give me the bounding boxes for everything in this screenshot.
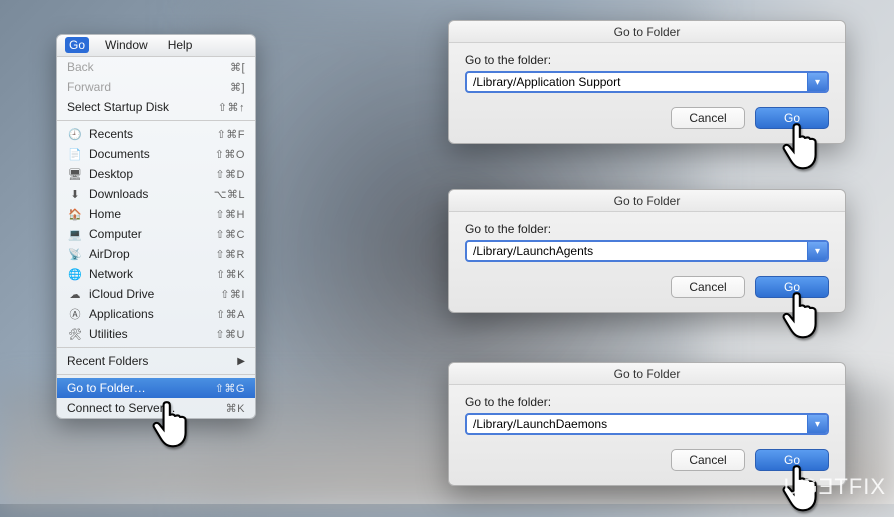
menu-select-startup-disk[interactable]: Select Startup Disk ⇧⌘↑ [57,97,255,117]
menu-desktop[interactable]: 🖥 Desktop ⇧⌘D [57,164,255,184]
dialog-title: Go to Folder [449,21,845,43]
menu-home[interactable]: 🏠 Home ⇧⌘H [57,204,255,224]
menu-separator [57,120,255,121]
menu-utilities[interactable]: 🛠 Utilities ⇧⌘U [57,324,255,344]
dialog-title: Go to Folder [449,363,845,385]
go-to-folder-dialog-3: Go to Folder Go to the folder: ▾ Cancel … [448,362,846,486]
chevron-down-icon: ▾ [815,246,820,257]
go-button[interactable]: Go [755,449,829,471]
menu-recent-folders[interactable]: Recent Folders ▶ [57,351,255,371]
watermark-text: UGƎTFIX [784,474,886,500]
menu-airdrop[interactable]: 📡 AirDrop ⇧⌘R [57,244,255,264]
cancel-button[interactable]: Cancel [671,276,745,298]
dropdown-button[interactable]: ▾ [807,415,827,433]
document-icon: 📄 [67,148,83,161]
desktop-icon: 🖥 [67,168,83,181]
dialog-prompt-label: Go to the folder: [465,395,829,409]
menu-forward: Forward ⌘] [57,77,255,97]
menu-downloads[interactable]: ⬇ Downloads ⌥⌘L [57,184,255,204]
menu-back: Back ⌘[ [57,57,255,77]
cancel-button[interactable]: Cancel [671,449,745,471]
chevron-down-icon: ▾ [815,419,820,430]
menubar-help[interactable]: Help [164,37,197,53]
menu-go-to-folder[interactable]: Go to Folder… ⇧⌘G [57,378,255,398]
network-icon: 🌐 [67,268,83,281]
applications-icon: Ⓐ [67,306,83,322]
airdrop-icon: 📡 [67,248,83,261]
dialog-prompt-label: Go to the folder: [465,53,829,67]
menu-applications[interactable]: Ⓐ Applications ⇧⌘A [57,304,255,324]
chevron-down-icon: ▾ [815,77,820,88]
menu-separator [57,374,255,375]
menu-connect-to-server[interactable]: Connect to Server… ⌘K [57,398,255,418]
utilities-icon: 🛠 [67,328,83,341]
menu-recents[interactable]: 🕘 Recents ⇧⌘F [57,124,255,144]
go-menu-dropdown: Go Window Help Back ⌘[ Forward ⌘] Select… [56,34,256,419]
dialog-title: Go to Folder [449,190,845,212]
home-icon: 🏠 [67,208,83,221]
go-button[interactable]: Go [755,107,829,129]
folder-path-combobox[interactable]: ▾ [465,413,829,435]
go-to-folder-dialog-1: Go to Folder Go to the folder: ▾ Cancel … [448,20,846,144]
menu-computer[interactable]: 💻 Computer ⇧⌘C [57,224,255,244]
dropdown-button[interactable]: ▾ [807,242,827,260]
menu-icloud-drive[interactable]: ☁ iCloud Drive ⇧⌘I [57,284,255,304]
folder-path-input[interactable] [467,415,807,433]
menu-network[interactable]: 🌐 Network ⇧⌘K [57,264,255,284]
cloud-icon: ☁ [67,288,83,301]
go-button[interactable]: Go [755,276,829,298]
folder-path-input[interactable] [467,73,807,91]
computer-icon: 💻 [67,228,83,241]
downloads-icon: ⬇ [67,188,83,201]
dialog-prompt-label: Go to the folder: [465,222,829,236]
dropdown-button[interactable]: ▾ [807,73,827,91]
go-to-folder-dialog-2: Go to Folder Go to the folder: ▾ Cancel … [448,189,846,313]
menu-documents[interactable]: 📄 Documents ⇧⌘O [57,144,255,164]
menubar: Go Window Help [57,35,255,57]
menubar-window[interactable]: Window [101,37,152,53]
menu-separator [57,347,255,348]
chevron-right-icon: ▶ [237,356,245,367]
menubar-go[interactable]: Go [65,37,89,53]
folder-path-combobox[interactable]: ▾ [465,240,829,262]
cancel-button[interactable]: Cancel [671,107,745,129]
folder-path-input[interactable] [467,242,807,260]
clock-icon: 🕘 [67,128,83,141]
folder-path-combobox[interactable]: ▾ [465,71,829,93]
